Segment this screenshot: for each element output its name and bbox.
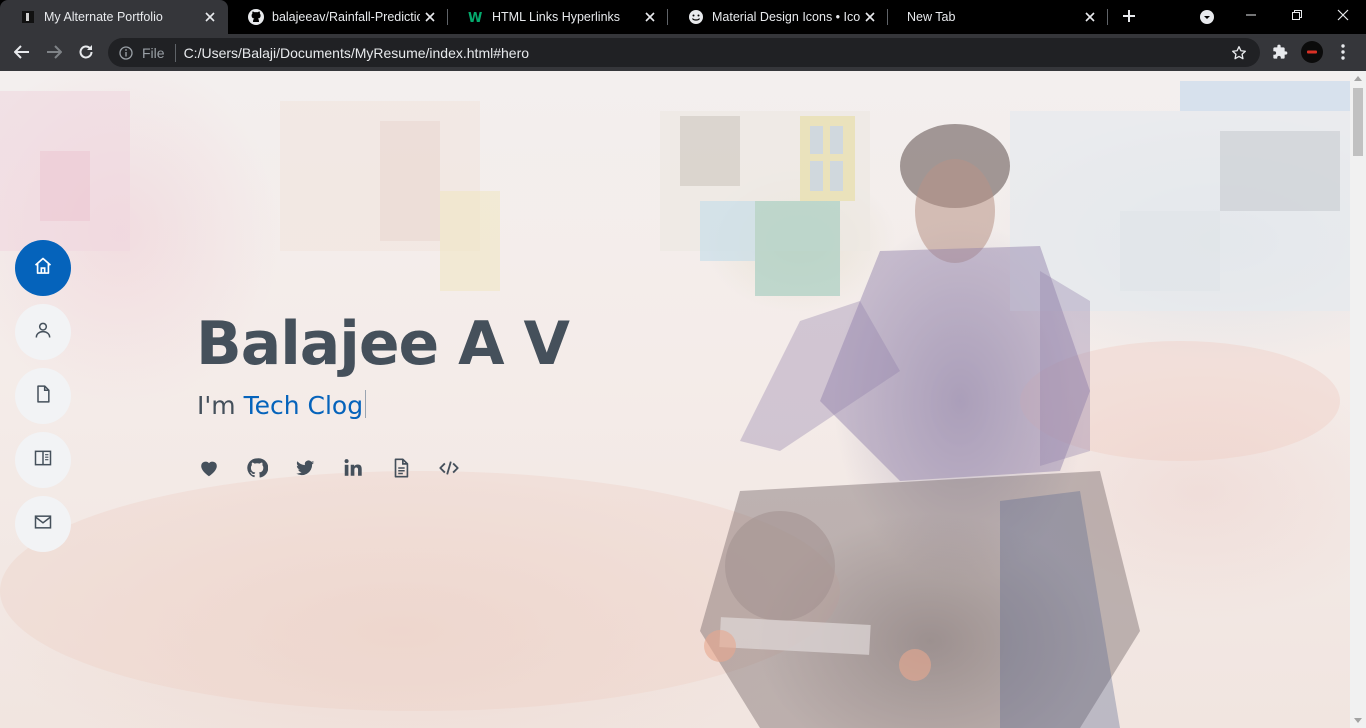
profile-avatar[interactable] <box>1301 41 1323 63</box>
hero-name: Balajee A V <box>196 309 570 379</box>
blank-favicon <box>896 9 899 25</box>
extensions-puzzle-icon[interactable] <box>1266 38 1294 66</box>
typed-text: Tech Clog <box>243 391 364 420</box>
address-divider <box>174 43 176 62</box>
minimize-icon[interactable] <box>1228 0 1274 30</box>
tab-title: HTML Links Hyperlinks <box>492 10 621 24</box>
file-icon <box>33 384 53 409</box>
hero-subtitle: I'm Tech Clog <box>197 389 367 423</box>
bookmark-star-icon[interactable] <box>1228 42 1250 64</box>
scheme-label: File <box>142 44 165 61</box>
tab-new-tab[interactable]: New Tab <box>888 0 1108 34</box>
close-window-icon[interactable] <box>1320 0 1366 30</box>
envelope-icon <box>33 512 53 537</box>
nav-home[interactable] <box>15 240 71 296</box>
twitter-icon[interactable] <box>292 455 318 481</box>
back-arrow-icon[interactable] <box>8 38 36 66</box>
code-icon[interactable] <box>436 455 462 481</box>
github-icon <box>248 9 264 25</box>
iconify-smiley-icon <box>688 9 704 25</box>
close-tab-icon[interactable] <box>860 7 880 27</box>
heart-icon[interactable] <box>196 455 222 481</box>
home-icon <box>33 256 53 281</box>
address-bar[interactable]: File C:/Users/Balaji/Documents/MyResume/… <box>108 38 1260 67</box>
tab-search-icon[interactable] <box>1196 6 1218 28</box>
nav-about[interactable] <box>15 304 71 360</box>
nav-portfolio[interactable] <box>15 432 71 488</box>
linkedin-icon[interactable] <box>340 455 366 481</box>
tab-my-alternate-portfolio[interactable]: My Alternate Portfolio <box>0 0 228 34</box>
hero-prefix: I'm <box>197 391 236 420</box>
chrome-menu-kebab-icon[interactable] <box>1329 38 1357 66</box>
person-icon <box>33 320 53 345</box>
tab-rainfall-prediction[interactable]: balajeeav/Rainfall-Prediction <box>228 0 448 34</box>
nav-resume[interactable] <box>15 368 71 424</box>
book-open-icon <box>33 448 53 473</box>
tab-title: balajeeav/Rainfall-Prediction <box>272 10 420 24</box>
tab-html-links[interactable]: W HTML Links Hyperlinks <box>448 0 668 34</box>
browser-tab-strip: My Alternate Portfolio balajeeav/Rainfal… <box>0 0 1366 34</box>
tab-title: Material Design Icons • Iconify <box>712 10 860 24</box>
scroll-down-arrow-icon[interactable] <box>1354 718 1362 723</box>
browser-toolbar: File C:/Users/Balaji/Documents/MyResume/… <box>0 34 1366 71</box>
restore-icon[interactable] <box>1274 0 1320 30</box>
nav-contact[interactable] <box>15 496 71 552</box>
document-icon[interactable] <box>388 455 414 481</box>
portfolio-favicon <box>20 9 36 25</box>
reload-icon[interactable] <box>72 38 100 66</box>
url-text[interactable]: C:/Users/Balaji/Documents/MyResume/index… <box>184 45 1228 61</box>
typing-cursor <box>365 390 367 418</box>
close-tab-icon[interactable] <box>640 7 660 27</box>
tab-title: My Alternate Portfolio <box>44 10 163 24</box>
scrollbar-thumb[interactable] <box>1353 88 1363 156</box>
close-tab-icon[interactable] <box>1080 7 1100 27</box>
github-icon[interactable] <box>244 455 270 481</box>
close-tab-icon[interactable] <box>200 7 220 27</box>
tab-material-design-icons[interactable]: Material Design Icons • Iconify <box>668 0 888 34</box>
scroll-up-arrow-icon[interactable] <box>1354 76 1362 81</box>
new-tab-plus-icon[interactable] <box>1118 5 1140 27</box>
svg-text:W: W <box>468 11 482 25</box>
tab-title: New Tab <box>907 10 956 24</box>
close-tab-icon[interactable] <box>420 7 440 27</box>
forward-arrow-icon[interactable] <box>40 38 68 66</box>
tab-separator <box>1107 9 1108 25</box>
info-icon[interactable] <box>118 45 134 61</box>
hero-section: Balajee A V I'm Tech Clog <box>0 71 1350 728</box>
page-scrollbar[interactable] <box>1350 71 1366 728</box>
w3schools-icon: W <box>468 9 484 25</box>
